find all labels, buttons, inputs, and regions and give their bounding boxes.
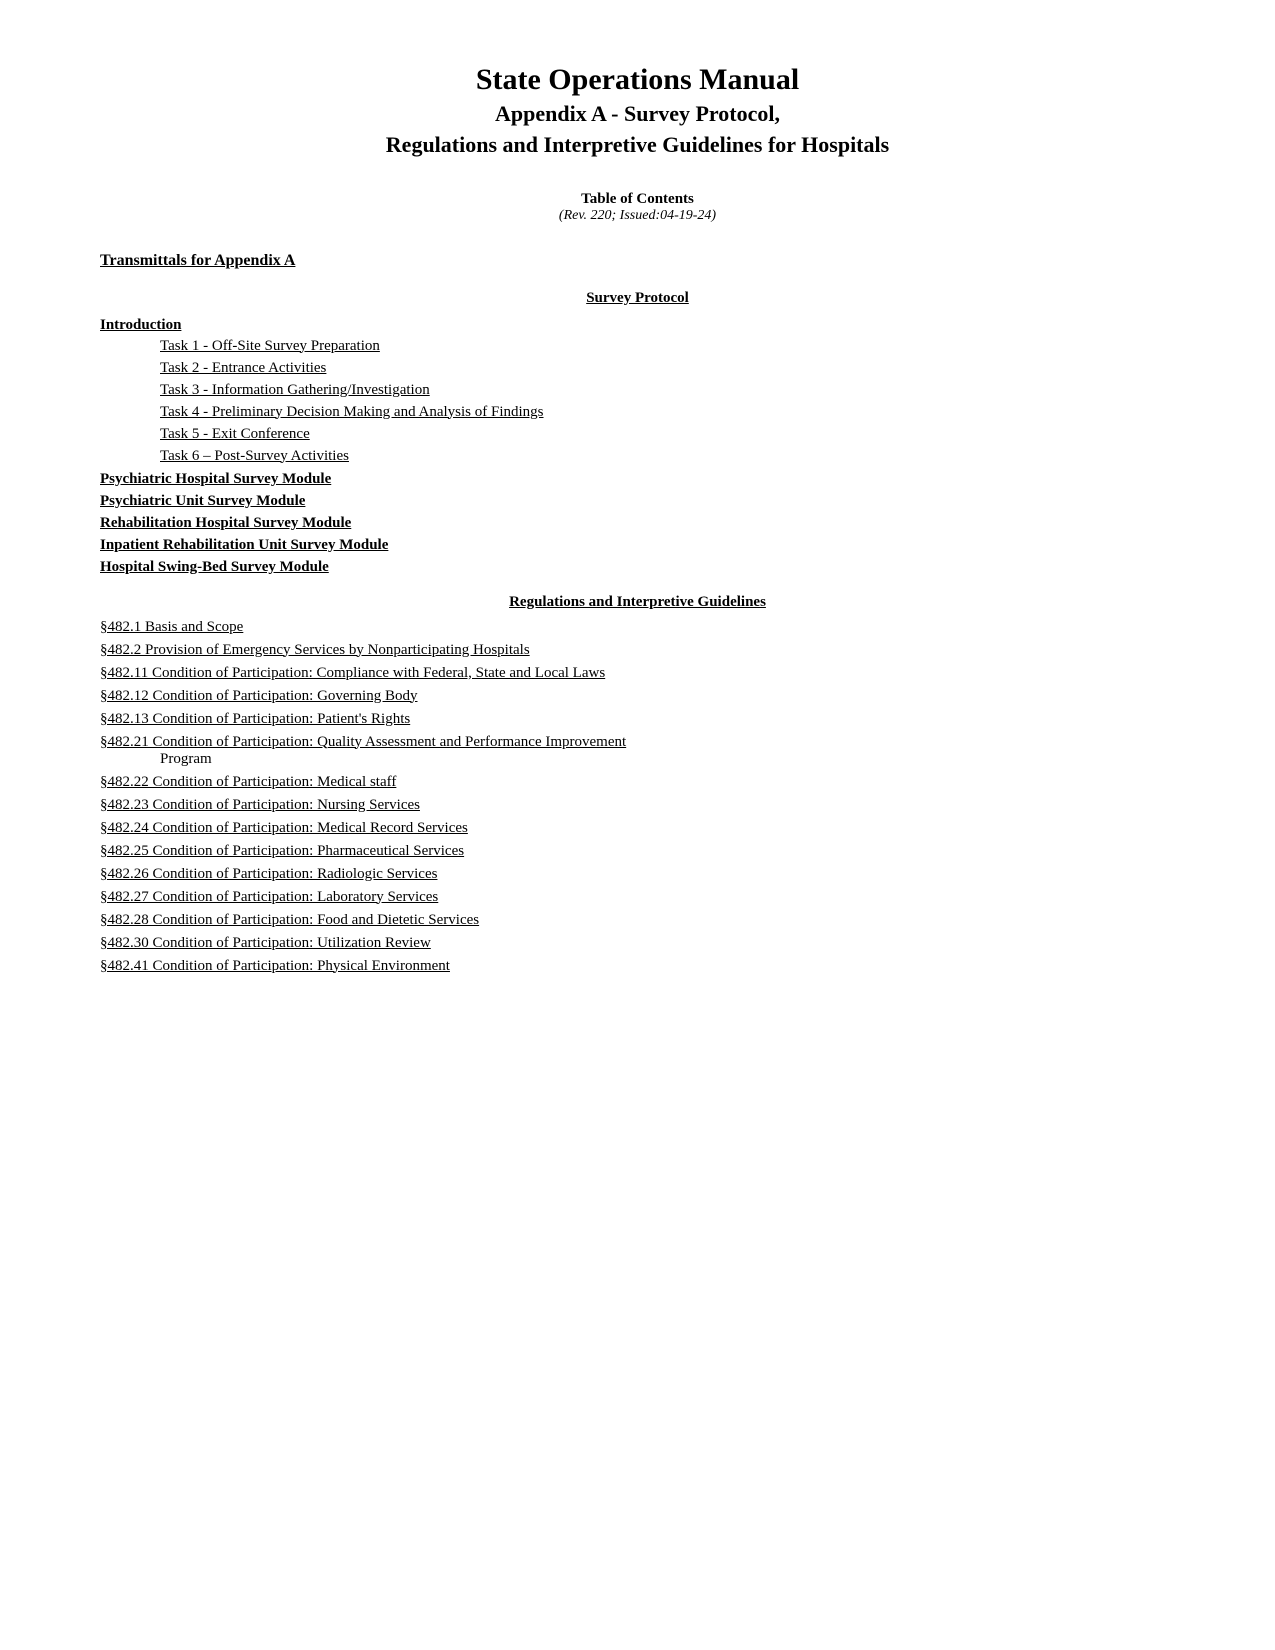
main-title-line1: State Operations Manual [100,60,1175,99]
page-header: State Operations Manual Appendix A - Sur… [100,60,1175,161]
module-hospital-swing-bed[interactable]: Hospital Swing-Bed Survey Module [100,559,1175,576]
survey-protocol-heading: Survey Protocol [100,290,1175,307]
introduction-heading[interactable]: Introduction [100,317,1175,334]
task-list: Task 1 - Off-Site Survey Preparation Tas… [160,338,1175,465]
regulations-heading: Regulations and Interpretive Guidelines [100,594,1175,611]
reg-482-1[interactable]: §482.1 Basis and Scope [100,619,1175,636]
main-title-line2: Appendix A - Survey Protocol, Regulation… [100,99,1175,161]
reg-482-21[interactable]: §482.21 Condition of Participation: Qual… [100,734,1175,768]
module-inpatient-rehab-unit[interactable]: Inpatient Rehabilitation Unit Survey Mod… [100,537,1175,554]
reg-482-24[interactable]: §482.24 Condition of Participation: Medi… [100,820,1175,837]
reg-482-28[interactable]: §482.28 Condition of Participation: Food… [100,912,1175,929]
toc-rev: (Rev. 220; Issued:04-19-24) [100,208,1175,224]
reg-482-12[interactable]: §482.12 Condition of Participation: Gove… [100,688,1175,705]
task-2[interactable]: Task 2 - Entrance Activities [160,360,1175,377]
toc-label: Table of Contents (Rev. 220; Issued:04-1… [100,191,1175,224]
task-5[interactable]: Task 5 - Exit Conference [160,426,1175,443]
reg-482-11[interactable]: §482.11 Condition of Participation: Comp… [100,665,1175,682]
transmittals-link[interactable]: Transmittals for Appendix A [100,252,1175,270]
reg-482-41[interactable]: §482.41 Condition of Participation: Phys… [100,958,1175,975]
task-3[interactable]: Task 3 - Information Gathering/Investiga… [160,382,1175,399]
reg-482-13[interactable]: §482.13 Condition of Participation: Pati… [100,711,1175,728]
reg-482-25[interactable]: §482.25 Condition of Participation: Phar… [100,843,1175,860]
module-psychiatric-unit[interactable]: Psychiatric Unit Survey Module [100,493,1175,510]
reg-482-23[interactable]: §482.23 Condition of Participation: Nurs… [100,797,1175,814]
reg-482-22[interactable]: §482.22 Condition of Participation: Medi… [100,774,1175,791]
reg-482-2[interactable]: §482.2 Provision of Emergency Services b… [100,642,1175,659]
reg-482-27[interactable]: §482.27 Condition of Participation: Labo… [100,889,1175,906]
reg-482-30[interactable]: §482.30 Condition of Participation: Util… [100,935,1175,952]
reg-482-26[interactable]: §482.26 Condition of Participation: Radi… [100,866,1175,883]
task-6[interactable]: Task 6 – Post-Survey Activities [160,448,1175,465]
toc-title: Table of Contents [100,191,1175,208]
regulations-list: §482.1 Basis and Scope §482.2 Provision … [100,619,1175,975]
module-psychiatric-hospital[interactable]: Psychiatric Hospital Survey Module [100,471,1175,488]
task-1[interactable]: Task 1 - Off-Site Survey Preparation [160,338,1175,355]
module-rehabilitation-hospital[interactable]: Rehabilitation Hospital Survey Module [100,515,1175,532]
task-4[interactable]: Task 4 - Preliminary Decision Making and… [160,404,1175,421]
